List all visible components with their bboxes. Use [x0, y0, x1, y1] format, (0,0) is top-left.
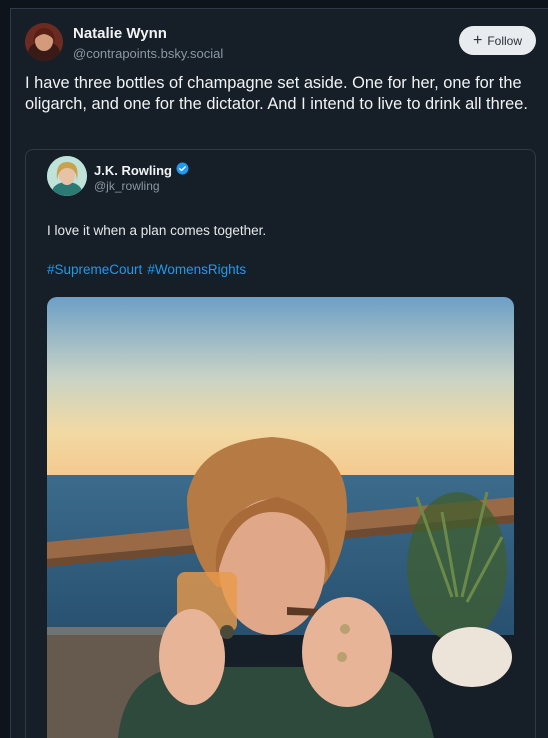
quoted-author-handle[interactable]: @jk_rowling [94, 179, 160, 193]
verified-badge-icon [176, 162, 189, 178]
plus-icon: + [472, 31, 483, 49]
hashtag-link[interactable]: #WomensRights [147, 262, 246, 277]
quoted-author-avatar[interactable] [47, 156, 87, 196]
post-text: I have three bottles of champagne set as… [25, 74, 528, 113]
quoted-post-text: I love it when a plan comes together. [47, 223, 267, 238]
author-name[interactable]: Natalie Wynn [73, 25, 167, 42]
post-container: Natalie Wynn @contrapoints.bsky.social +… [10, 8, 548, 738]
quoted-author-name[interactable]: J.K. Rowling [94, 162, 189, 178]
follow-button[interactable]: + Follow [459, 26, 536, 55]
hashtag-row: #SupremeCourt #WomensRights [47, 262, 251, 277]
quoted-post-photo[interactable] [47, 297, 514, 738]
follow-label: Follow [487, 33, 523, 48]
hashtag-link[interactable]: #SupremeCourt [47, 262, 142, 277]
author-handle[interactable]: @contrapoints.bsky.social [73, 46, 223, 61]
author-avatar[interactable] [25, 23, 63, 61]
quoted-post-card[interactable]: J.K. Rowling @jk_rowling I love it when … [25, 149, 536, 738]
quoted-author-name-text: J.K. Rowling [94, 162, 172, 178]
